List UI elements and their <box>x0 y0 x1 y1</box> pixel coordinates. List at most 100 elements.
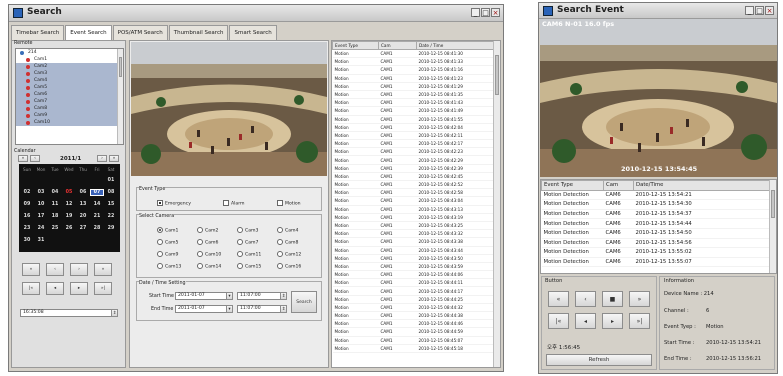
last-button[interactable]: »| <box>629 313 650 329</box>
scroll-thumb[interactable] <box>495 55 499 95</box>
table-row[interactable]: Motion CAM1 2010-12-15 08:43:25 <box>332 221 495 231</box>
camera-radio[interactable]: Cam13 <box>157 263 181 270</box>
camera-radio[interactable]: Cam8 <box>277 239 298 246</box>
table-row[interactable]: Motion CAM1 2010-12-15 08:41:29 <box>332 82 495 91</box>
table-row[interactable]: Motion CAM1 2010-12-15 08:44:06 <box>332 270 495 280</box>
rewind-button[interactable]: « <box>22 263 40 276</box>
camera-radio[interactable]: Cam6 <box>197 239 218 246</box>
col-event-type[interactable]: Event Type <box>332 41 379 50</box>
calendar-day[interactable]: 04 <box>49 190 61 195</box>
table-row[interactable]: Motion CAM1 2010-12-15 08:41:49 <box>332 106 495 116</box>
calendar-day[interactable]: 02 <box>21 190 33 195</box>
prev-year-button[interactable]: « <box>18 155 28 162</box>
table-row[interactable]: Motion CAM1 2010-12-15 08:42:58 <box>332 188 495 198</box>
minimize-button[interactable]: _ <box>745 6 754 15</box>
table-row[interactable]: Motion CAM1 2010-12-15 08:43:38 <box>332 237 495 247</box>
camera-radio[interactable]: Cam10 <box>197 251 221 258</box>
table-row[interactable]: Motion CAM1 2010-12-15 08:42:39 <box>332 164 495 173</box>
motion-checkbox[interactable]: Motion <box>277 200 301 207</box>
camera-radio[interactable]: Cam14 <box>197 263 221 270</box>
table-row[interactable]: Motion CAM1 2010-12-15 08:44:32 <box>332 303 495 313</box>
table-row[interactable]: Motion Detection CAM6 2010-12-15 13:54:37 <box>541 209 771 220</box>
calendar-day[interactable]: 15 <box>105 202 117 207</box>
table-row[interactable]: Motion Detection CAM6 2010-12-15 13:54:30 <box>541 199 771 210</box>
calendar-day[interactable]: 30 <box>21 238 33 243</box>
close-button[interactable]: × <box>491 8 500 17</box>
maximize-button[interactable]: □ <box>755 6 764 15</box>
start-date-dropdown[interactable]: ▾ <box>226 292 233 300</box>
camera-radio[interactable]: Cam9 <box>157 251 178 258</box>
start-time-spin[interactable]: ⇕ <box>280 292 287 300</box>
camera-radio[interactable]: Cam3 <box>237 227 258 234</box>
calendar-day[interactable]: 09 <box>21 202 33 207</box>
calendar-day[interactable]: 07 <box>90 189 104 196</box>
search-button[interactable]: Search <box>291 291 317 313</box>
camera-radio[interactable]: Cam11 <box>237 251 261 258</box>
table-row[interactable]: Motion CAM1 2010-12-15 08:42:52 <box>332 180 495 190</box>
table-row[interactable]: Motion CAM1 2010-12-15 08:42:29 <box>332 155 495 165</box>
table-row[interactable]: Motion CAM1 2010-12-15 08:41:55 <box>332 115 495 124</box>
table-row[interactable]: Motion CAM1 2010-12-15 08:42:45 <box>332 172 495 182</box>
calendar-day[interactable]: 18 <box>49 214 61 219</box>
step-back-button[interactable]: ‹ <box>46 263 64 276</box>
table-row[interactable]: Motion CAM1 2010-12-15 08:41:16 <box>332 65 495 75</box>
calendar-day[interactable]: 08 <box>105 190 117 195</box>
event-table-scrollbar[interactable] <box>493 41 500 367</box>
play-button[interactable]: ▸ <box>602 313 623 329</box>
table-row[interactable]: Motion Detection CAM6 2010-12-15 13:54:50 <box>541 228 771 239</box>
prev-month-button[interactable]: ‹ <box>30 155 40 162</box>
calendar-day[interactable]: 22 <box>105 214 117 219</box>
tree-camera-item[interactable]: Cam5 <box>16 84 123 91</box>
table-row[interactable]: Motion CAM1 2010-12-15 08:42:17 <box>332 139 495 149</box>
calendar-day[interactable]: 20 <box>77 214 89 219</box>
next-month-button[interactable]: › <box>97 155 107 162</box>
start-time-field[interactable]: 11:07:00 <box>237 292 281 300</box>
last-button[interactable]: »| <box>94 282 112 295</box>
table-row[interactable]: Motion CAM1 2010-12-15 08:43:50 <box>332 254 495 263</box>
camera-radio[interactable]: Cam2 <box>197 227 218 234</box>
col-event-type[interactable]: Event Type <box>541 180 604 191</box>
tree-root-node[interactable]: 214 <box>16 49 123 56</box>
close-button[interactable]: × <box>765 6 774 15</box>
calendar-day[interactable]: 16 <box>21 214 33 219</box>
camera-radio[interactable]: Cam5 <box>157 239 178 246</box>
step-back-button[interactable]: ‹ <box>575 291 596 307</box>
calendar-day[interactable]: 26 <box>63 226 75 231</box>
tree-camera-item[interactable]: Cam7 <box>16 98 123 105</box>
table-row[interactable]: Motion Detection CAM6 2010-12-15 13:54:44 <box>541 218 771 229</box>
first-button[interactable]: |« <box>22 282 40 295</box>
tree-camera-item[interactable]: Cam4 <box>16 77 123 84</box>
table-row[interactable]: Motion CAM1 2010-12-15 08:42:23 <box>332 147 495 157</box>
calendar-day[interactable]: 01 <box>105 178 117 183</box>
camera-radio[interactable]: Cam4 <box>277 227 298 234</box>
tab-thumbnail-search[interactable]: Thumbnail Search <box>168 25 229 40</box>
calendar-day[interactable]: 27 <box>77 226 89 231</box>
table-row[interactable]: Motion CAM1 2010-12-15 08:45:07 <box>332 336 495 345</box>
calendar-day[interactable]: 21 <box>91 214 103 219</box>
table-row[interactable]: Motion CAM1 2010-12-15 08:43:19 <box>332 213 495 222</box>
end-date-dropdown[interactable]: ▾ <box>226 305 233 313</box>
table-row[interactable]: Motion Detection CAM6 2010-12-15 13:55:07 <box>541 257 771 268</box>
time-field[interactable]: 16:35:08 <box>20 309 112 317</box>
refresh-button[interactable]: Refresh <box>546 354 652 366</box>
table-row[interactable]: Motion CAM1 2010-12-15 08:41:23 <box>332 74 495 83</box>
calendar-day[interactable]: 31 <box>35 238 47 243</box>
col-date-time[interactable]: Date / Time <box>416 41 495 50</box>
col-date-time[interactable]: Date/Time <box>633 180 771 191</box>
alarm-checkbox[interactable]: Alarm <box>223 200 245 207</box>
play-button[interactable]: ▸ <box>70 282 88 295</box>
time-spin-button[interactable]: ⇕ <box>111 309 118 317</box>
table-row[interactable]: Motion Detection CAM6 2010-12-15 13:54:21 <box>541 190 771 201</box>
table-row[interactable]: Motion CAM1 2010-12-15 08:44:25 <box>332 295 495 304</box>
tree-scrollbar[interactable] <box>117 49 123 144</box>
tree-camera-item[interactable]: Cam10 <box>16 119 123 126</box>
table-row[interactable]: Motion CAM1 2010-12-15 08:44:46 <box>332 319 495 329</box>
fast-forward-button[interactable]: » <box>94 263 112 276</box>
first-button[interactable]: |« <box>548 313 569 329</box>
table-row[interactable]: Motion Detection CAM6 2010-12-15 13:54:56 <box>541 238 771 249</box>
stop-button[interactable]: ■ <box>602 291 623 307</box>
calendar-day[interactable]: 06 <box>77 190 89 195</box>
table-row[interactable]: Motion CAM1 2010-12-15 08:43:32 <box>332 229 495 239</box>
end-time-field[interactable]: 11:07:00 <box>237 305 281 313</box>
calendar-day[interactable]: 25 <box>49 226 61 231</box>
